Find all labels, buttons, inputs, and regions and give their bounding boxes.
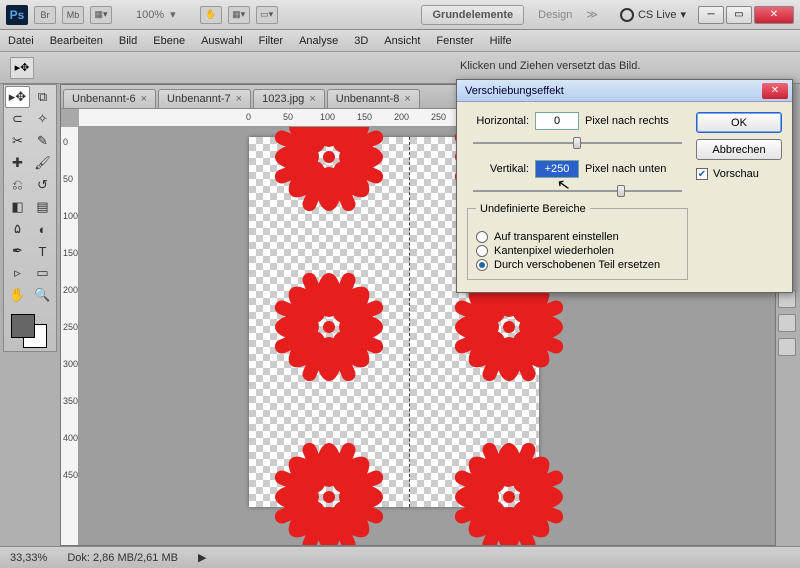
menu-analyse[interactable]: Analyse <box>299 35 338 47</box>
view-extras-icon[interactable]: ▦▾ <box>90 6 112 24</box>
magic-wand-tool[interactable]: ✧ <box>30 108 55 130</box>
gradient-tool[interactable]: ▤ <box>30 196 55 218</box>
zoom-tool[interactable]: 🔍 <box>30 284 55 306</box>
zoom-level[interactable]: 100% <box>136 9 164 21</box>
dialog-title: Verschiebungseffekt <box>465 85 564 97</box>
zoom-dropdown-icon[interactable]: ▾ <box>170 8 176 21</box>
close-icon[interactable]: × <box>309 93 315 105</box>
ruler-vertical[interactable]: 050100150200250300350400450 <box>61 127 79 545</box>
horizontal-input[interactable] <box>535 112 579 130</box>
horizontal-label: Horizontal: <box>467 115 529 127</box>
vertical-slider[interactable] <box>467 182 688 200</box>
ps-logo: Ps <box>6 5 28 25</box>
menubar: Datei Bearbeiten Bild Ebene Auswahl Filt… <box>0 30 800 52</box>
menu-auswahl[interactable]: Auswahl <box>201 35 243 47</box>
dialog-close-button[interactable]: ✕ <box>762 83 788 99</box>
app-titlebar: Ps Br Mb ▦▾ 100% ▾ ✋ ▦▾ ▭▾ Grundelemente… <box>0 0 800 30</box>
dock-panel-icon[interactable] <box>778 338 796 356</box>
menu-filter[interactable]: Filter <box>259 35 283 47</box>
close-icon[interactable]: × <box>236 93 242 105</box>
move-tool[interactable]: ▸✥ <box>5 86 30 108</box>
screen-mode-icon[interactable]: ▭▾ <box>256 6 278 24</box>
eraser-tool[interactable]: ◧ <box>5 196 30 218</box>
menu-fenster[interactable]: Fenster <box>436 35 473 47</box>
shape-tool[interactable]: ▭ <box>30 262 55 284</box>
artboard-tool[interactable]: ⧉ <box>30 86 55 108</box>
vertical-label: Vertikal: <box>467 163 529 175</box>
close-icon[interactable]: × <box>404 93 410 105</box>
move-tool-icon[interactable]: ▸✥ <box>10 57 34 79</box>
vertical-input[interactable] <box>535 160 579 178</box>
foreground-swatch[interactable] <box>11 314 35 338</box>
fieldset-legend: Undefinierte Bereiche <box>476 203 590 215</box>
arrange-docs-icon[interactable]: ▦▾ <box>228 6 250 24</box>
menu-bild[interactable]: Bild <box>119 35 137 47</box>
eyedropper-tool[interactable]: ✎ <box>30 130 55 152</box>
status-zoom[interactable]: 33,33% <box>10 552 47 564</box>
bridge-icon[interactable]: Br <box>34 6 56 24</box>
pen-tool[interactable]: ✒ <box>5 240 30 262</box>
lasso-tool[interactable]: ⊂ <box>5 108 30 130</box>
right-dock <box>778 290 798 356</box>
healing-tool[interactable]: ✚ <box>5 152 30 174</box>
horizontal-slider[interactable] <box>467 134 688 152</box>
doc-close-button[interactable]: ✕ <box>754 6 794 24</box>
menu-bearbeiten[interactable]: Bearbeiten <box>50 35 103 47</box>
cslive-button[interactable]: CS Live ▾ <box>620 8 686 22</box>
dodge-tool[interactable]: ◐ <box>30 218 55 240</box>
toolbox: ▸✥⧉ ⊂✧ ✂✎ ✚🖌 ⎌↺ ◧▤ ۵◐ ✒T ▹▭ ✋🔍 <box>3 84 57 352</box>
minibridge-icon[interactable]: Mb <box>62 6 84 24</box>
tab-unbenannt-7[interactable]: Unbenannt-7× <box>158 89 251 108</box>
menu-hilfe[interactable]: Hilfe <box>490 35 512 47</box>
vertical-suffix: Pixel nach unten <box>585 163 666 175</box>
horizontal-suffix: Pixel nach rechts <box>585 115 669 127</box>
crop-tool[interactable]: ✂ <box>5 130 30 152</box>
menu-ebene[interactable]: Ebene <box>153 35 185 47</box>
preview-checkbox[interactable]: ✔Vorschau <box>696 168 782 180</box>
hand-tool-icon[interactable]: ✋ <box>200 6 222 24</box>
undefined-areas-fieldset: Undefinierte Bereiche Auf transparent ei… <box>467 208 688 280</box>
blur-tool[interactable]: ۵ <box>5 218 30 240</box>
close-icon[interactable]: × <box>141 93 147 105</box>
radio-repeat-edge[interactable]: Kantenpixel wiederholen <box>476 245 679 257</box>
path-select-tool[interactable]: ▹ <box>5 262 30 284</box>
dialog-titlebar[interactable]: Verschiebungseffekt ✕ <box>457 80 792 102</box>
tab-1023[interactable]: 1023.jpg× <box>253 89 325 108</box>
dock-panel-icon[interactable] <box>778 314 796 332</box>
radio-wrap-around[interactable]: Durch verschobenen Teil ersetzen <box>476 259 679 271</box>
doc-minimize-button[interactable]: ─ <box>698 6 724 24</box>
menu-datei[interactable]: Datei <box>8 35 34 47</box>
workspace-design[interactable]: Design <box>530 9 580 21</box>
tool-tip: Klicken und Ziehen versetzt das Bild. <box>460 60 640 72</box>
menu-ansicht[interactable]: Ansicht <box>384 35 420 47</box>
status-arrow-icon[interactable]: ▶ <box>198 551 206 564</box>
status-doc-size[interactable]: Dok: 2,86 MB/2,61 MB <box>67 552 178 564</box>
hand-tool[interactable]: ✋ <box>5 284 30 306</box>
type-tool[interactable]: T <box>30 240 55 262</box>
tab-unbenannt-8[interactable]: Unbenannt-8× <box>327 89 420 108</box>
tab-unbenannt-6[interactable]: Unbenannt-6× <box>63 89 156 108</box>
color-swatches[interactable] <box>5 310 55 350</box>
cancel-button[interactable]: Abbrechen <box>696 139 782 160</box>
menu-3d[interactable]: 3D <box>354 35 368 47</box>
status-bar: 33,33% Dok: 2,86 MB/2,61 MB ▶ <box>0 546 800 568</box>
doc-maximize-button[interactable]: ▭ <box>726 6 752 24</box>
radio-transparent[interactable]: Auf transparent einstellen <box>476 231 679 243</box>
workspace-essentials[interactable]: Grundelemente <box>421 5 524 25</box>
stamp-tool[interactable]: ⎌ <box>5 174 30 196</box>
history-brush-tool[interactable]: ↺ <box>30 174 55 196</box>
offset-dialog: Verschiebungseffekt ✕ Horizontal: Pixel … <box>456 79 793 293</box>
workspace-more-icon[interactable]: ≫ <box>586 8 598 21</box>
ok-button[interactable]: OK <box>696 112 782 133</box>
brush-tool[interactable]: 🖌 <box>30 152 55 174</box>
